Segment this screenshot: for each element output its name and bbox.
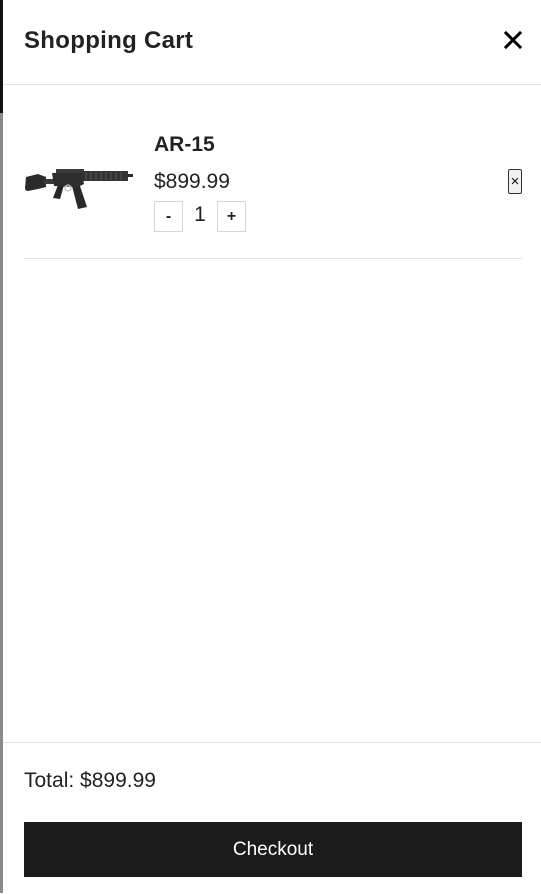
cart-title: Shopping Cart	[24, 27, 194, 54]
close-icon	[503, 30, 523, 50]
increase-quantity-button[interactable]: +	[217, 201, 246, 232]
item-name: AR-15	[154, 133, 215, 156]
cart-drawer: Shopping Cart AR-15 $899.99 - 1 + × Tota…	[3, 0, 541, 893]
item-price: $899.99	[154, 170, 230, 193]
cart-header: Shopping Cart	[3, 0, 541, 85]
cart-footer: Total: $899.99 Checkout	[3, 742, 541, 894]
quantity-value: 1	[194, 203, 206, 226]
remove-item-button[interactable]: ×	[508, 169, 522, 194]
close-cart-button[interactable]	[501, 28, 525, 52]
rifle-image	[25, 169, 133, 209]
cart-total: Total: $899.99	[24, 769, 156, 792]
checkout-button[interactable]: Checkout	[24, 822, 522, 877]
decrease-quantity-button[interactable]: -	[154, 201, 183, 232]
cart-item: AR-15 $899.99 - 1 + ×	[24, 113, 522, 259]
